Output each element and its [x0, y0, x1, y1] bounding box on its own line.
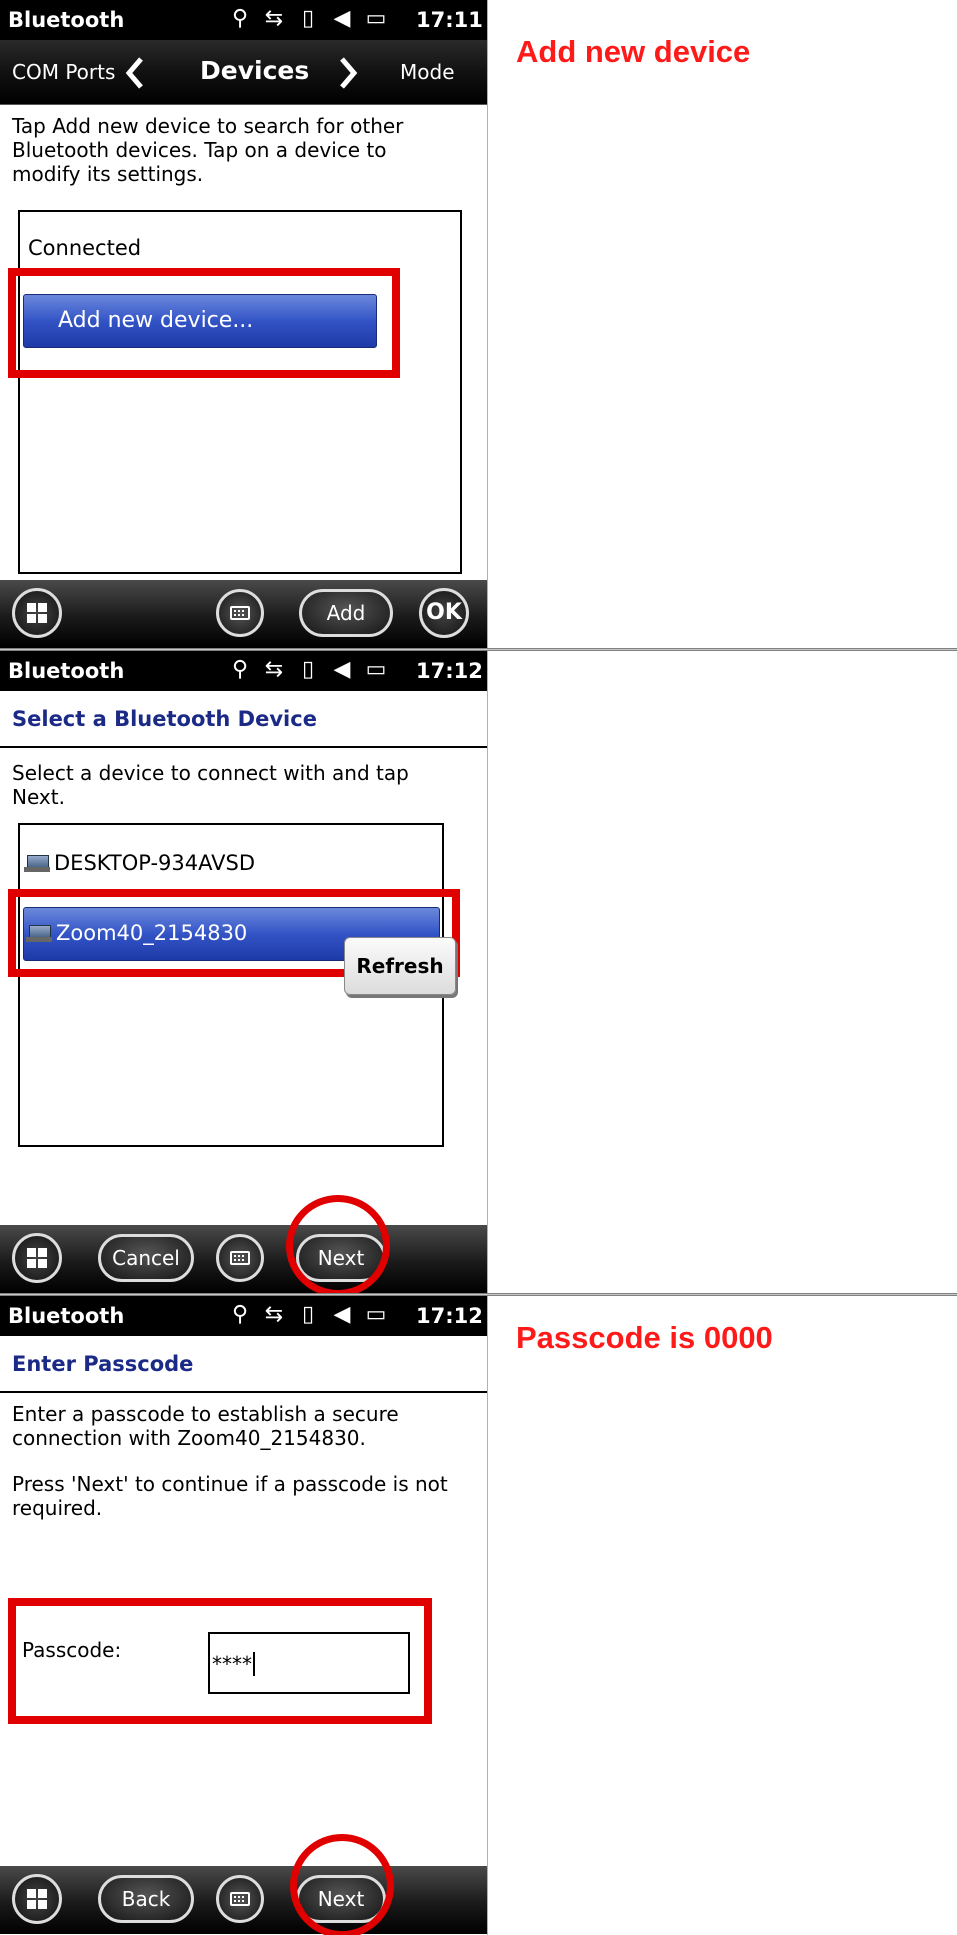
chevron-left-icon[interactable] [125, 56, 145, 90]
sync-arrows-icon: ⇆ [264, 1302, 284, 1327]
list-item[interactable]: DESKTOP-934AVSD [24, 851, 255, 875]
status-bar: Bluetooth ⚲ ⇆ ▯ ◀ ▭ 17:11 [0, 0, 487, 40]
instructions: Enter a passcode to establish a secure c… [12, 1402, 399, 1450]
wizard-header: Enter Passcode [0, 1336, 487, 1393]
instructions-line: modify its settings. [12, 162, 204, 186]
status-title: Bluetooth [8, 8, 125, 32]
status-time: 17:11 [416, 8, 483, 32]
instructions-line: connection with Zoom40_2154830. [12, 1426, 366, 1450]
device-list: Connected Add new device... [18, 210, 462, 574]
enter-passcode-screen: Bluetooth ⚲ ⇆ ▯ ◀ ▭ 17:12 Enter Passcode… [0, 1296, 957, 1935]
status-icons: ⚲ ⇆ ▯ ◀ ▭ [228, 5, 388, 33]
status-title: Bluetooth [8, 1304, 125, 1328]
select-device-screen: Bluetooth ⚲ ⇆ ▯ ◀ ▭ 17:12 Select a Bluet… [0, 651, 957, 1293]
phone-frame: Bluetooth ⚲ ⇆ ▯ ◀ ▭ 17:12 Select a Bluet… [0, 651, 487, 1293]
battery-icon: ▭ [365, 657, 387, 682]
keyboard-icon[interactable] [216, 1234, 264, 1282]
annotation-text: Add new device [516, 34, 751, 69]
antenna-icon: ⚲ [231, 657, 249, 682]
status-title: Bluetooth [8, 659, 125, 683]
soft-key-bar: Add OK [0, 580, 487, 648]
computer-icon [24, 853, 52, 875]
wizard-header: Select a Bluetooth Device [0, 691, 487, 748]
sync-arrows-icon: ⇆ [264, 6, 284, 31]
ok-button[interactable]: OK [419, 588, 469, 638]
nav-mode[interactable]: Mode [400, 60, 455, 84]
keyboard-icon[interactable] [216, 589, 264, 637]
add-button[interactable]: Add [299, 589, 393, 637]
phone-frame: Bluetooth ⚲ ⇆ ▯ ◀ ▭ 17:11 COM Ports Devi… [0, 0, 487, 648]
highlight-circle [286, 1195, 390, 1293]
divider [487, 651, 488, 1293]
instructions: Tap Add new device to search for other B… [12, 114, 403, 186]
windows-start-icon[interactable] [12, 588, 62, 638]
cancel-button[interactable]: Cancel [98, 1234, 194, 1282]
no-signal-icon: ▯ [301, 1302, 315, 1327]
nav-title-devices: Devices [200, 56, 310, 85]
status-icons: ⚲ ⇆ ▯ ◀ ▭ [228, 1301, 388, 1329]
antenna-icon: ⚲ [231, 1302, 249, 1327]
highlight-box [8, 1598, 432, 1724]
antenna-icon: ⚲ [231, 6, 249, 31]
instructions-line: Enter a passcode to establish a secure [12, 1402, 399, 1426]
status-time: 17:12 [416, 659, 483, 683]
instructions-line: Select a device to connect with and tap [12, 761, 409, 785]
highlight-circle [290, 1834, 394, 1935]
battery-icon: ▭ [365, 1302, 387, 1327]
nav-com-ports[interactable]: COM Ports [12, 60, 115, 84]
instructions-line: Next. [12, 785, 65, 809]
devices-screen: Bluetooth ⚲ ⇆ ▯ ◀ ▭ 17:11 COM Ports Devi… [0, 0, 957, 648]
instructions-line: Bluetooth devices. Tap on a device to [12, 138, 387, 162]
nav-bar: COM Ports Devices Mode [0, 40, 487, 105]
battery-icon: ▭ [365, 6, 387, 31]
annotation-text: Passcode is 0000 [516, 1320, 773, 1355]
no-signal-icon: ▯ [301, 657, 315, 682]
page-title: Select a Bluetooth Device [12, 707, 317, 731]
speaker-icon[interactable]: ◀ [330, 1301, 354, 1329]
soft-key-bar: Cancel Next [0, 1225, 487, 1293]
keyboard-icon[interactable] [216, 1875, 264, 1923]
status-bar: Bluetooth ⚲ ⇆ ▯ ◀ ▭ 17:12 [0, 1296, 487, 1336]
no-signal-icon: ▯ [301, 6, 315, 31]
speaker-icon[interactable]: ◀ [330, 5, 354, 33]
speaker-icon[interactable]: ◀ [330, 656, 354, 684]
instructions-line: Tap Add new device to search for other [12, 114, 404, 138]
instructions-line: required. [12, 1496, 103, 1520]
status-icons: ⚲ ⇆ ▯ ◀ ▭ [228, 656, 388, 684]
instructions-line: Press 'Next' to continue if a passcode i… [12, 1472, 448, 1496]
status-time: 17:12 [416, 1304, 483, 1328]
windows-start-icon[interactable] [12, 1233, 62, 1283]
page-title: Enter Passcode [12, 1352, 194, 1376]
section-connected: Connected [28, 236, 142, 260]
instructions-note: Press 'Next' to continue if a passcode i… [12, 1472, 448, 1520]
highlight-box [8, 268, 400, 378]
status-bar: Bluetooth ⚲ ⇆ ▯ ◀ ▭ 17:12 [0, 651, 487, 691]
instructions: Select a device to connect with and tap … [12, 761, 409, 809]
phone-frame: Bluetooth ⚲ ⇆ ▯ ◀ ▭ 17:12 Enter Passcode… [0, 1296, 487, 1935]
device-name: DESKTOP-934AVSD [54, 851, 256, 875]
sync-arrows-icon: ⇆ [264, 657, 284, 682]
soft-key-bar: Back Next [0, 1866, 487, 1934]
divider [487, 1296, 488, 1935]
windows-start-icon[interactable] [12, 1874, 62, 1924]
refresh-button[interactable]: Refresh [344, 937, 456, 995]
chevron-right-icon[interactable] [338, 56, 358, 90]
divider [487, 0, 488, 648]
back-button[interactable]: Back [98, 1875, 194, 1923]
